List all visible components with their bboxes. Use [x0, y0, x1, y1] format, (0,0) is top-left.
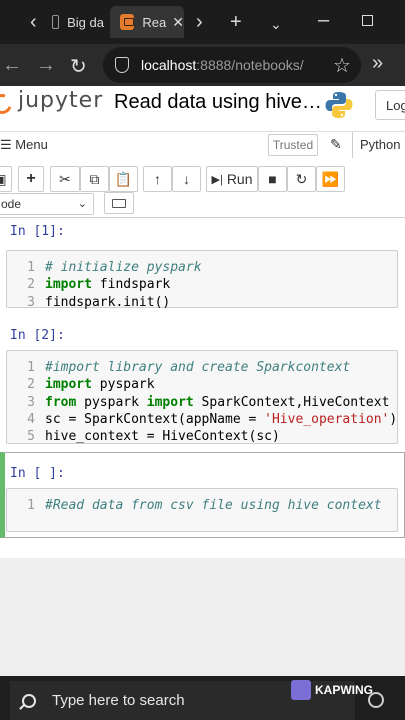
run-label: Run [226, 171, 253, 187]
tab-scroll-left-icon[interactable]: ‹ [30, 12, 37, 32]
line-number: 1 [27, 498, 35, 513]
cell-prompt: In [2]: [10, 328, 65, 343]
line-number: 2 [27, 377, 35, 393]
move-up-icon[interactable]: ↑ [143, 166, 172, 192]
watermark-text: KAPWING [315, 683, 373, 697]
move-down-icon[interactable]: ↓ [172, 166, 201, 192]
code-text: # initialize pyspark [45, 259, 202, 276]
code-token: pyspark [91, 377, 155, 393]
kernel-indicator[interactable]: Python [352, 132, 405, 158]
hamburger-icon: ☰ [0, 137, 16, 152]
run-icon: ▶| [211, 173, 223, 186]
tab-favicon-icon [52, 15, 60, 29]
code-text: #Read data from csv file using hive cont… [45, 497, 382, 514]
trusted-badge[interactable]: Trusted [268, 134, 318, 156]
jupyter-favicon-icon [120, 14, 135, 30]
code-cell-editor[interactable]: 1 #import library and create Sparkcontext… [6, 350, 398, 444]
code-token: findspark [91, 277, 171, 293]
code-token: sc = SparkContext(appName = [45, 411, 265, 427]
kapwing-logo-icon [291, 680, 311, 700]
restart-icon[interactable]: ↻ [287, 166, 316, 192]
tab-scroll-right-icon[interactable]: › [196, 12, 203, 32]
code-text: findspark.init() [45, 294, 170, 311]
code-token: import [146, 394, 194, 410]
tab-big-data[interactable]: Big da [52, 6, 104, 38]
code-token: from [45, 394, 77, 410]
new-tab-button[interactable]: + [230, 12, 242, 32]
save-icon[interactable]: ▣ [0, 166, 12, 192]
keyboard-icon [112, 198, 126, 208]
code-token: #import library and create Sparkcontext [45, 360, 351, 375]
edit-pencil-icon[interactable]: ✎ [330, 136, 342, 153]
line-number: 1 [27, 360, 35, 375]
code-token: hive_context = HiveContext(sc) [45, 429, 280, 445]
code-text: import pyspark [45, 376, 155, 393]
notebook-title[interactable]: Read data using hive… [114, 91, 322, 114]
url-host: localhost [141, 57, 197, 73]
code-token: #Read data from csv file using hive cont… [45, 498, 382, 513]
tab-label: Rea [142, 14, 167, 30]
copy-icon[interactable]: ⧉ [80, 166, 109, 192]
search-placeholder: Type here to search [52, 692, 185, 709]
url-path: :8888/notebooks/ [196, 57, 304, 73]
logout-button[interactable]: Log [375, 90, 405, 120]
kapwing-watermark: KAPWING [291, 680, 373, 700]
code-token: import [45, 377, 92, 393]
jupyter-logo-text[interactable]: jupyter [18, 88, 103, 113]
cell-type-value: ode [1, 197, 22, 211]
tab-list-chevron-icon[interactable]: ⌄ [270, 14, 282, 34]
code-cell-editor[interactable]: 1 # initialize pyspark 2 import findspark 3 f… [6, 250, 398, 311]
notebook-bottom-area [0, 558, 405, 676]
close-tab-icon[interactable]: ✕ [172, 14, 184, 31]
cell-prompt: In [1]: [10, 224, 65, 239]
line-number: 2 [27, 277, 35, 293]
address-bar[interactable]: localhost:8888/notebooks/ [103, 47, 361, 83]
tab-label: Big da [67, 14, 104, 30]
run-button[interactable]: ▶| Run [206, 166, 258, 192]
code-token: 'Hive_operation' [264, 411, 390, 427]
line-number: 3 [27, 394, 35, 410]
cell-type-select[interactable]: ode ⌄ [0, 193, 94, 215]
menubar [0, 132, 405, 160]
code-text: from pyspark import SparkContext,HiveCon… [45, 394, 389, 411]
cut-icon[interactable]: ✂ [50, 166, 80, 192]
menu-label: Menu [15, 137, 48, 152]
code-text: #import library and create Sparkcontext [45, 359, 350, 376]
command-palette-button[interactable] [104, 192, 134, 214]
code-token: # initialize pyspark [45, 260, 202, 275]
code-text: sc = SparkContext(appName = 'Hive_operat… [45, 411, 397, 428]
task-view-icon[interactable] [368, 692, 384, 708]
paste-icon[interactable]: 📋 [109, 166, 138, 192]
interrupt-icon[interactable]: ■ [258, 166, 287, 192]
more-chevron-icon[interactable]: » [372, 52, 383, 75]
bookmark-star-icon[interactable]: ☆ [333, 53, 351, 78]
menu-button[interactable]: ☰ Menu [0, 137, 48, 153]
tab-read-data[interactable]: Rea ✕ [110, 6, 184, 38]
code-token: import [45, 277, 92, 293]
minimize-icon[interactable]: – [318, 10, 329, 30]
line-number: 4 [27, 411, 35, 427]
code-token: ) [389, 411, 398, 427]
chevron-down-icon: ⌄ [77, 198, 87, 210]
python-logo-icon [325, 92, 353, 118]
search-icon [22, 693, 36, 708]
reload-icon[interactable]: ↻ [70, 54, 87, 79]
code-cell-editor[interactable]: 1 #Read data from csv file using hive con… [6, 488, 398, 532]
line-number: 3 [27, 294, 35, 310]
insert-cell-icon[interactable]: + [18, 166, 44, 192]
shield-icon [115, 57, 129, 73]
line-number: 1 [27, 260, 35, 275]
forward-icon[interactable]: → [36, 54, 56, 77]
code-text: import findspark [45, 276, 170, 293]
maximize-icon[interactable] [362, 15, 373, 26]
code-text: hive_context = HiveContext(sc) [45, 428, 280, 445]
code-token: pyspark [76, 394, 147, 410]
line-number: 5 [27, 429, 35, 445]
code-token: SparkContext,HiveContext [193, 394, 390, 410]
cell-prompt: In [ ]: [10, 466, 65, 481]
restart-run-all-icon[interactable]: ⏩ [316, 166, 345, 192]
code-token: findspark.init() [45, 294, 171, 310]
back-icon[interactable]: ← [2, 54, 22, 77]
